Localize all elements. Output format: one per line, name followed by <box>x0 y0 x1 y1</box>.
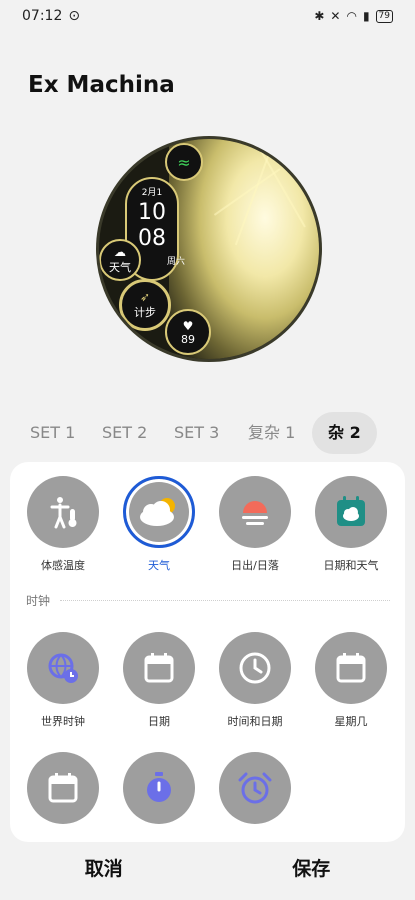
tab-set-3[interactable]: SET 3 <box>174 412 219 454</box>
calendar-icon <box>27 752 99 824</box>
weekday-calendar-icon <box>315 632 387 704</box>
mute-icon: ✕ <box>330 9 341 23</box>
hour-text: 10 <box>138 200 166 225</box>
complication-picker: 体感温度 天气 日出/日落 日期和天气 时钟 世界时钟 日期 时间和日期 星期几 <box>10 462 405 842</box>
option-time-and-date[interactable]: 时间和日期 <box>210 632 300 729</box>
option-weather[interactable]: 天气 <box>114 476 204 573</box>
section-divider <box>60 600 390 601</box>
watch-face-preview[interactable]: ≈ 2月1 10 08 周六 ☁ 天气 ➶ 计步 ♥ 89 <box>96 136 322 362</box>
option-label: 体感温度 <box>41 559 85 572</box>
tab-set-2[interactable]: SET 2 <box>102 412 147 454</box>
option-label: 天气 <box>148 559 170 572</box>
page-title: Ex Machina <box>28 72 175 98</box>
status-time: 07:12 <box>22 8 63 24</box>
option-date[interactable]: 日期 <box>114 632 204 729</box>
status-left: 07:12 ⊙ <box>22 8 80 24</box>
clock-icon <box>219 632 291 704</box>
status-bar: 07:12 ⊙ ✱ ✕ ◠ ▮ 79 <box>0 0 415 32</box>
battery-icon: 79 <box>375 9 393 23</box>
stopwatch-icon <box>123 752 195 824</box>
weather-complication-label: 天气 <box>109 261 131 274</box>
tab-set-1[interactable]: SET 1 <box>30 412 75 454</box>
heart-icon: ♥ <box>182 318 194 333</box>
option-sunrise-sunset[interactable]: 日出/日落 <box>210 476 300 573</box>
workout-complication[interactable]: ≈ <box>165 143 203 181</box>
option-label: 日出/日落 <box>231 559 279 572</box>
bottom-action-bar: 取消 保存 <box>0 842 415 900</box>
tab-complex-2[interactable]: 杂 2 <box>312 412 377 454</box>
section-title: 时钟 <box>26 594 51 608</box>
heart-rate-complication[interactable]: ♥ 89 <box>165 309 211 355</box>
option-calendar-partial[interactable] <box>18 752 108 824</box>
cloud-icon: ☁ <box>114 245 126 259</box>
option-feels-like-temperature[interactable]: 体感温度 <box>18 476 108 573</box>
cancel-button[interactable]: 取消 <box>0 842 208 900</box>
shoe-icon: ➶ <box>139 290 151 304</box>
calendar-icon <box>123 632 195 704</box>
option-label: 世界时钟 <box>41 715 85 728</box>
steps-complication[interactable]: ➶ 计步 <box>119 279 171 331</box>
tab-complex-1[interactable]: 复杂 1 <box>248 412 295 454</box>
date-text: 2月1 <box>141 188 163 198</box>
alarm-icon <box>219 752 291 824</box>
section-header-clock: 时钟 <box>26 592 390 609</box>
sunrise-sunset-icon <box>219 476 291 548</box>
world-clock-icon <box>27 632 99 704</box>
option-weekday[interactable]: 星期几 <box>306 632 396 729</box>
feels-like-temperature-icon <box>27 476 99 548</box>
save-button[interactable]: 保存 <box>208 842 415 900</box>
date-weather-icon <box>315 476 387 548</box>
heart-rate-value: 89 <box>181 332 195 346</box>
swimming-icon: ≈ <box>177 152 191 172</box>
option-label: 日期 <box>148 715 170 728</box>
option-date-weather[interactable]: 日期和天气 <box>306 476 396 573</box>
notification-icon: ⊙ <box>68 8 81 24</box>
bluetooth-icon: ✱ <box>314 9 325 23</box>
option-world-clock[interactable]: 世界时钟 <box>18 632 108 729</box>
complication-set-tabs: SET 1 SET 2 SET 3 复杂 1 杂 2 <box>0 412 415 454</box>
weather-complication[interactable]: ☁ 天气 <box>99 239 141 281</box>
option-stopwatch-partial[interactable] <box>114 752 204 824</box>
steps-label: 计步 <box>134 306 156 319</box>
wifi-icon: ◠ <box>346 9 357 23</box>
status-right: ✱ ✕ ◠ ▮ 79 <box>314 9 393 23</box>
weather-icon <box>123 476 195 548</box>
option-alarm-partial[interactable] <box>210 752 300 824</box>
weekday-text: 周六 <box>167 257 186 267</box>
option-label: 星期几 <box>334 715 368 728</box>
option-label: 时间和日期 <box>227 715 283 728</box>
option-label: 日期和天气 <box>323 559 379 572</box>
sim-icon: ▮ <box>362 9 370 23</box>
